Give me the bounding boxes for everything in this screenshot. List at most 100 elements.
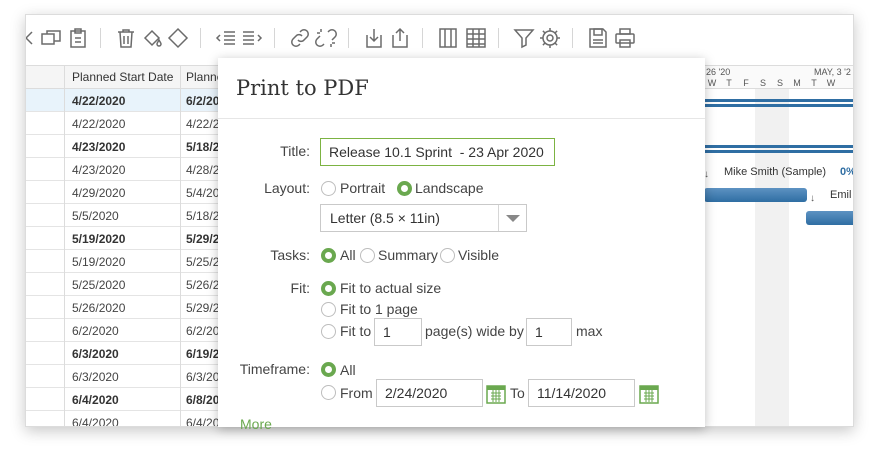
table-row[interactable]: 6/3/2020 6/19/2 (26, 342, 226, 365)
calendar-icon[interactable] (639, 384, 659, 404)
table-row[interactable]: 6/2/2020 6/2/20 (26, 319, 226, 342)
planned-start-cell[interactable]: 5/25/2020 (72, 278, 178, 292)
planned-start-cell[interactable]: 6/2/2020 (72, 324, 178, 338)
chevron-down-icon[interactable] (498, 205, 526, 231)
calendar-icon[interactable] (486, 384, 506, 404)
table-row[interactable]: 5/5/2020 5/18/2 (26, 204, 226, 227)
fit-one-page-label[interactable]: Fit to 1 page (340, 301, 418, 317)
table-row[interactable]: 5/25/2020 5/26/2 (26, 273, 226, 296)
table-icon[interactable] (464, 26, 488, 50)
fit-to-radio[interactable] (321, 324, 336, 339)
planned-end-cell[interactable]: 6/8/20 (186, 393, 222, 407)
landscape-option-label[interactable]: Landscape (415, 180, 484, 196)
column-header-planned-start[interactable]: Planned Start Date (72, 70, 173, 84)
planned-start-cell[interactable]: 5/5/2020 (72, 209, 178, 223)
summary-bar[interactable] (704, 150, 853, 153)
print-icon[interactable] (613, 26, 637, 50)
planned-start-cell[interactable]: 6/3/2020 (72, 347, 178, 361)
planned-end-cell[interactable]: 4/28/2 (186, 163, 222, 177)
timeframe-from-radio[interactable] (321, 385, 336, 400)
tasks-summary-label[interactable]: Summary (378, 247, 438, 263)
planned-end-cell[interactable]: 6/2/20 (186, 94, 222, 108)
from-date-input[interactable] (376, 379, 483, 407)
planned-start-cell[interactable]: 6/4/2020 (72, 416, 178, 426)
planned-end-cell[interactable]: 6/2/20 (186, 324, 222, 338)
planned-start-cell[interactable]: 4/22/2020 (72, 94, 178, 108)
paper-size-select[interactable]: Letter (8.5 × 11in) (320, 204, 527, 232)
decrease-indent-icon[interactable] (214, 26, 238, 50)
import-icon[interactable] (362, 26, 386, 50)
tasks-all-label[interactable]: All (340, 247, 356, 263)
tasks-visible-label[interactable]: Visible (458, 247, 499, 263)
table-row[interactable]: 6/4/2020 6/4/20 (26, 411, 226, 426)
planned-start-cell[interactable]: 6/3/2020 (72, 370, 178, 384)
portrait-option-label[interactable]: Portrait (340, 180, 385, 196)
summary-bar[interactable] (704, 104, 853, 107)
summary-bar[interactable] (704, 145, 853, 148)
fit-to-label[interactable]: Fit to (340, 323, 371, 339)
export-icon[interactable] (388, 26, 412, 50)
fit-actual-radio[interactable] (321, 281, 336, 296)
to-date-input[interactable] (528, 379, 635, 407)
planned-end-cell[interactable]: 5/29/2 (186, 301, 222, 315)
table-row[interactable]: 4/22/2020 6/2/20 (26, 89, 226, 112)
table-row[interactable]: 6/4/2020 6/8/20 (26, 388, 226, 411)
columns-icon[interactable] (436, 26, 460, 50)
tasks-visible-radio[interactable] (440, 248, 455, 263)
planned-end-cell[interactable]: 6/4/20 (186, 416, 222, 426)
task-bar[interactable] (806, 211, 853, 225)
pages-tall-input[interactable] (526, 318, 572, 346)
fill-color-icon[interactable] (140, 26, 164, 50)
planned-start-cell[interactable]: 5/19/2020 (72, 232, 178, 246)
planned-end-cell[interactable]: 4/22/2 (186, 117, 222, 131)
planned-end-cell[interactable]: 5/29/2 (186, 232, 222, 246)
planned-start-cell[interactable]: 4/23/2020 (72, 163, 178, 177)
table-row[interactable]: 4/22/2020 4/22/2 (26, 112, 226, 135)
link-icon[interactable] (288, 26, 312, 50)
pages-wide-input[interactable] (374, 318, 422, 346)
planned-end-cell[interactable]: 5/18/2 (186, 140, 222, 154)
portrait-radio[interactable] (321, 181, 336, 196)
copy-icon[interactable] (39, 26, 63, 50)
timeframe-all-label[interactable]: All (340, 362, 356, 378)
planned-end-cell[interactable]: 5/4/20 (186, 186, 222, 200)
planned-end-cell[interactable]: 6/3/20 (186, 370, 222, 384)
planned-start-cell[interactable]: 5/26/2020 (72, 301, 178, 315)
table-row[interactable]: 5/19/2020 5/25/2 (26, 250, 226, 273)
tasks-summary-radio[interactable] (360, 248, 375, 263)
planned-end-cell[interactable]: 5/18/2 (186, 209, 222, 223)
more-link[interactable]: More (240, 416, 272, 432)
table-row[interactable]: 4/29/2020 5/4/20 (26, 181, 226, 204)
clear-format-icon[interactable] (166, 26, 190, 50)
delete-icon[interactable] (114, 26, 138, 50)
tasks-all-radio[interactable] (321, 248, 336, 263)
unlink-icon[interactable] (314, 26, 338, 50)
fit-actual-label[interactable]: Fit to actual size (340, 280, 441, 296)
summary-bar[interactable] (704, 99, 853, 102)
fit-one-page-radio[interactable] (321, 302, 336, 317)
task-bar[interactable] (704, 188, 807, 202)
paste-icon[interactable] (66, 26, 90, 50)
planned-end-cell[interactable]: 5/25/2 (186, 255, 222, 269)
save-icon[interactable] (586, 26, 610, 50)
planned-start-cell[interactable]: 4/22/2020 (72, 117, 178, 131)
planned-start-cell[interactable]: 5/19/2020 (72, 255, 178, 269)
increase-indent-icon[interactable] (240, 26, 264, 50)
table-row[interactable]: 5/26/2020 5/29/2 (26, 296, 226, 319)
planned-start-cell[interactable]: 4/23/2020 (72, 140, 178, 154)
planned-start-cell[interactable]: 6/4/2020 (72, 393, 178, 407)
planned-start-cell[interactable]: 4/29/2020 (72, 186, 178, 200)
filter-icon[interactable] (512, 26, 536, 50)
landscape-radio[interactable] (397, 181, 412, 196)
planned-end-cell[interactable]: 5/26/2 (186, 278, 222, 292)
timeframe-all-radio[interactable] (321, 362, 336, 377)
table-row[interactable]: 6/3/2020 6/3/20 (26, 365, 226, 388)
outdent-icon[interactable] (26, 26, 40, 50)
settings-icon[interactable] (538, 26, 562, 50)
timeframe-from-label[interactable]: From (340, 385, 373, 401)
table-row[interactable]: 5/19/2020 5/29/2 (26, 227, 226, 250)
table-row[interactable]: 4/23/2020 5/18/2 (26, 135, 226, 158)
table-row[interactable]: 4/23/2020 4/28/2 (26, 158, 226, 181)
planned-end-cell[interactable]: 6/19/2 (186, 347, 222, 361)
title-input[interactable] (320, 138, 555, 166)
